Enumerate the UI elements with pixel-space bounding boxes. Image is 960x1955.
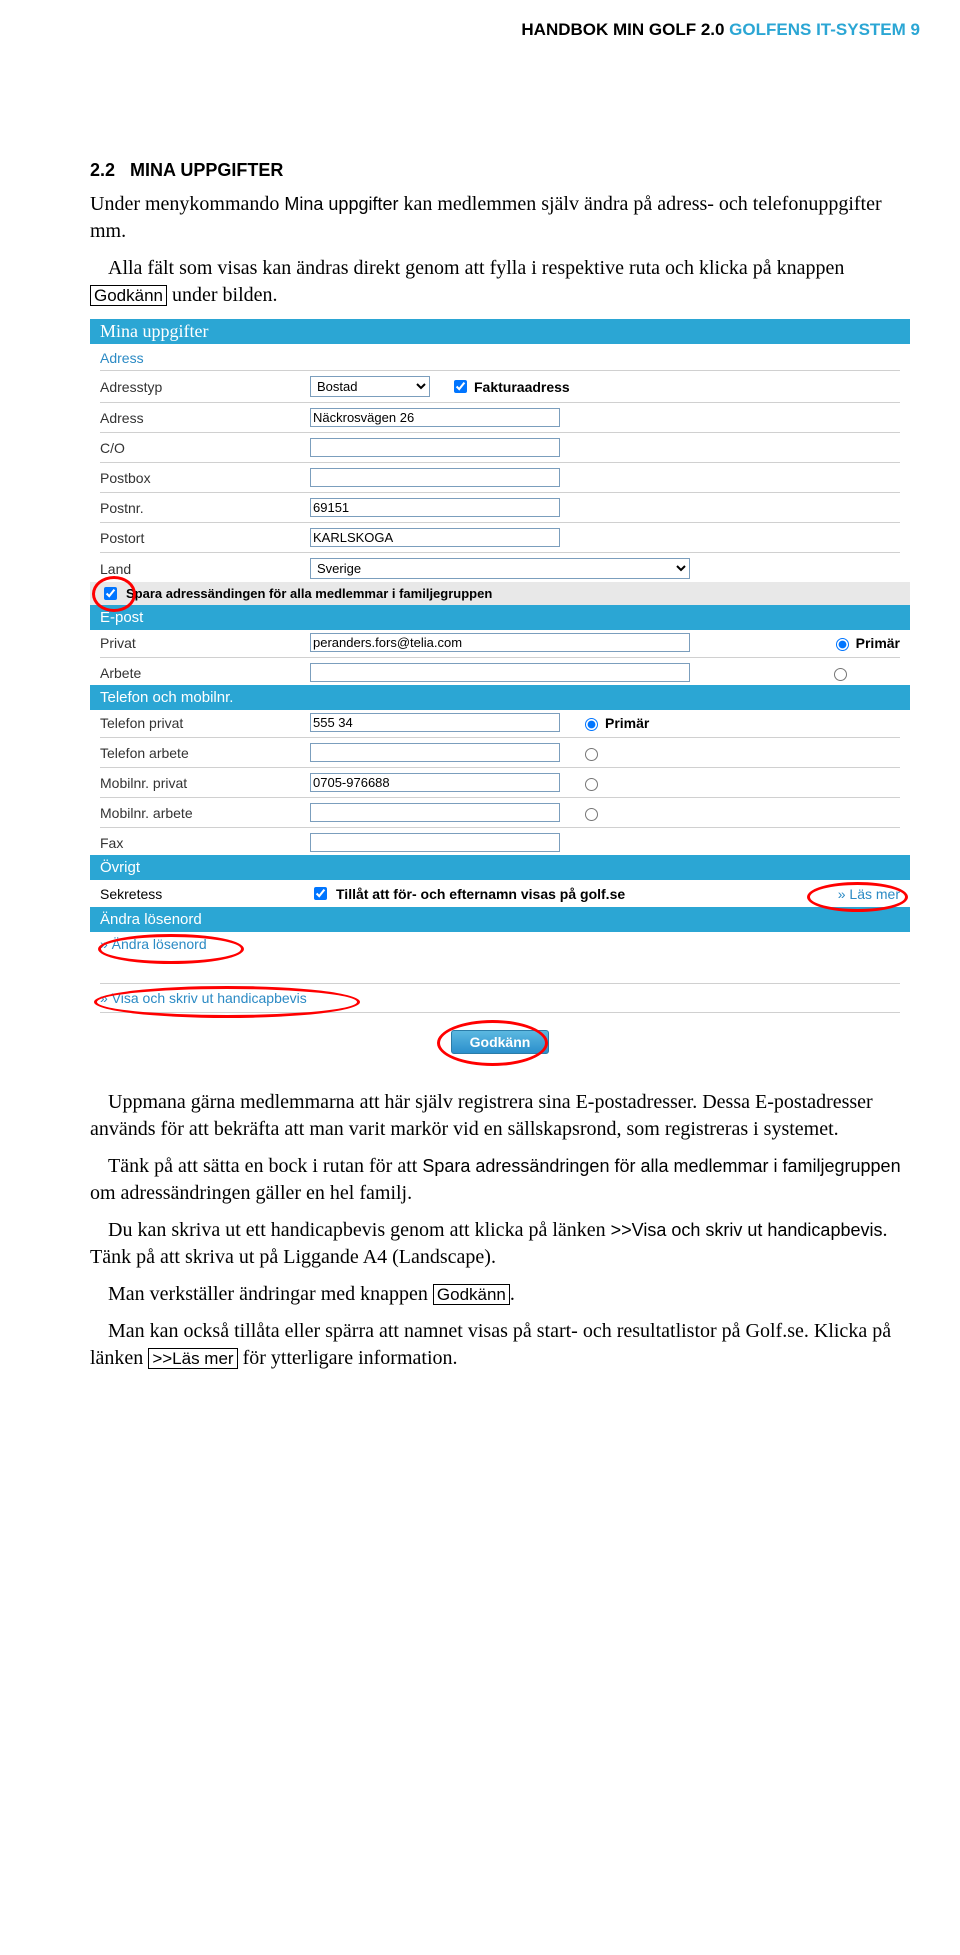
- fakturaadress-checkbox[interactable]: [454, 380, 467, 393]
- adress-heading: Adress: [90, 344, 910, 368]
- godkann-row: Godkänn: [90, 1015, 910, 1064]
- header-page-num: 9: [911, 20, 920, 39]
- tel-privat-radio[interactable]: [585, 718, 598, 731]
- lbl-primar-1: Primär: [856, 635, 900, 651]
- row-postnr: Postnr.: [90, 495, 910, 520]
- row-postbox: Postbox: [90, 465, 910, 490]
- form-main-head: Mina uppgifter: [90, 319, 910, 344]
- mob-arbete-radio[interactable]: [585, 808, 598, 821]
- lbl-co: C/O: [100, 440, 310, 456]
- mob-privat-radio[interactable]: [585, 778, 598, 791]
- header-blue: GOLFENS IT-SYSTEM: [724, 20, 910, 39]
- tel-arbete-input[interactable]: [310, 743, 560, 762]
- lbl-privat: Privat: [100, 635, 310, 651]
- epost-head: E-post: [90, 605, 910, 630]
- row-postort: Postort: [90, 525, 910, 550]
- intro-p2: Alla fält som visas kan ändras direkt ge…: [90, 255, 920, 309]
- ui-ref-spara-familj: Spara adressändringen för alla medlemmar…: [422, 1156, 900, 1176]
- ui-ref-lasmer: >>Läs mer: [148, 1348, 237, 1369]
- lbl-tillat: Tillåt att för- och efternamn visas på g…: [336, 886, 625, 902]
- lasmer-link[interactable]: » Läs mer: [838, 886, 900, 902]
- fax-input[interactable]: [310, 833, 560, 852]
- lbl-sekretess: Sekretess: [100, 886, 310, 902]
- co-input[interactable]: [310, 438, 560, 457]
- row-fax: Fax: [90, 830, 910, 855]
- lbl-spara-familj: Spara adressändingen för alla medlemmar …: [126, 586, 492, 601]
- ui-ref-godkann: Godkänn: [90, 285, 167, 306]
- postbox-input[interactable]: [310, 468, 560, 487]
- visa-hcp-row: » Visa och skriv ut handicapbevis: [90, 986, 910, 1010]
- ui-ref-visa-hcp: >>Visa och skriv ut handicapbevis: [611, 1220, 883, 1240]
- lbl-adress: Adress: [100, 410, 310, 426]
- after-p2: Tänk på att sätta en bock i rutan för at…: [90, 1153, 920, 1207]
- lbl-tel-privat: Telefon privat: [100, 715, 310, 731]
- row-co: C/O: [90, 435, 910, 460]
- mob-arbete-input[interactable]: [310, 803, 560, 822]
- lbl-tel-arbete: Telefon arbete: [100, 745, 310, 761]
- lbl-mob-arbete: Mobilnr. arbete: [100, 805, 310, 821]
- telefon-head: Telefon och mobilnr.: [90, 685, 910, 710]
- postnr-input[interactable]: [310, 498, 560, 517]
- after-p5: Man kan också tillåta eller spärra att n…: [90, 1318, 920, 1372]
- row-sekretess: Sekretess Tillåt att för- och efternamn …: [90, 880, 910, 907]
- section-title: 2.2 MINA UPPGIFTER: [90, 160, 920, 181]
- row-tel-arbete: Telefon arbete: [90, 740, 910, 765]
- lbl-adresstyp: Adresstyp: [100, 379, 310, 395]
- epost-arbete-radio[interactable]: [834, 668, 847, 681]
- row-adress: Adress: [90, 405, 910, 430]
- section-name: MINA UPPGIFTER: [130, 160, 283, 180]
- epost-privat-input[interactable]: [310, 633, 690, 652]
- form-screenshot: Mina uppgifter Adress Adresstyp Bostad F…: [90, 319, 910, 1064]
- page-header: HANDBOK MIN GOLF 2.0 GOLFENS IT-SYSTEM 9: [90, 20, 920, 40]
- sekretess-checkbox[interactable]: [314, 887, 327, 900]
- lbl-postnr: Postnr.: [100, 500, 310, 516]
- row-adresstyp: Adresstyp Bostad Fakturaadress: [90, 373, 910, 400]
- visa-hcp-link[interactable]: » Visa och skriv ut handicapbevis: [100, 990, 307, 1006]
- row-mob-privat: Mobilnr. privat: [90, 770, 910, 795]
- tel-arbete-radio[interactable]: [585, 748, 598, 761]
- adresstyp-select[interactable]: Bostad: [310, 376, 430, 397]
- lbl-fakturaadress: Fakturaadress: [474, 379, 570, 395]
- land-select[interactable]: Sverige: [310, 558, 690, 579]
- lbl-postbox: Postbox: [100, 470, 310, 486]
- section-number: 2.2: [90, 160, 115, 180]
- lbl-fax: Fax: [100, 835, 310, 851]
- lbl-postort: Postort: [100, 530, 310, 546]
- epost-privat-radio[interactable]: [836, 638, 849, 651]
- lbl-arbete: Arbete: [100, 665, 310, 681]
- tel-privat-input[interactable]: [310, 713, 560, 732]
- andra-losen-link[interactable]: » Ändra lösenord: [100, 936, 207, 952]
- andra-losen-row: » Ändra lösenord: [90, 932, 910, 956]
- after-p1: Uppmana gärna medlemmarna att här själv …: [90, 1089, 920, 1143]
- godkann-button[interactable]: Godkänn: [451, 1030, 550, 1054]
- spara-familj-row: Spara adressändingen för alla medlemmar …: [90, 582, 910, 605]
- andra-losen-head: Ändra lösenord: [90, 907, 910, 932]
- lbl-land: Land: [100, 561, 310, 577]
- after-p3: Du kan skriva ut ett handicapbevis genom…: [90, 1217, 920, 1271]
- lbl-mob-privat: Mobilnr. privat: [100, 775, 310, 791]
- ovrigt-head: Övrigt: [90, 855, 910, 880]
- spara-familj-checkbox[interactable]: [104, 587, 117, 600]
- lbl-primar-2: Primär: [605, 715, 649, 731]
- epost-arbete-input[interactable]: [310, 663, 690, 682]
- intro-p1: Under menykommando Mina uppgifter kan me…: [90, 191, 920, 245]
- header-bold: HANDBOK MIN GOLF 2.0: [521, 20, 724, 39]
- row-tel-privat: Telefon privat Primär: [90, 710, 910, 735]
- row-mob-arbete: Mobilnr. arbete: [90, 800, 910, 825]
- adress-input[interactable]: [310, 408, 560, 427]
- mob-privat-input[interactable]: [310, 773, 560, 792]
- after-p4: Man verkställer ändringar med knappen Go…: [90, 1281, 920, 1308]
- row-epost-privat: Privat Primär: [90, 630, 910, 655]
- ui-ref-mina-uppgifter: Mina uppgifter: [284, 194, 398, 214]
- postort-input[interactable]: [310, 528, 560, 547]
- row-epost-arbete: Arbete: [90, 660, 910, 685]
- row-land: Land Sverige: [90, 555, 910, 582]
- ui-ref-godkann-2: Godkänn: [433, 1284, 510, 1305]
